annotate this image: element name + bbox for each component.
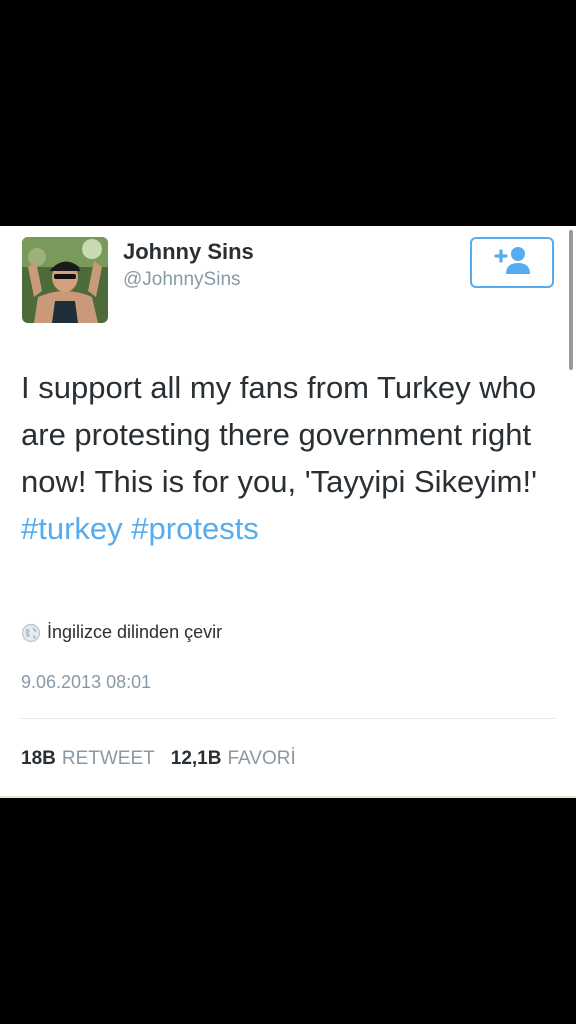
text-spacer — [123, 511, 132, 546]
hashtag-turkey[interactable]: #turkey — [21, 511, 123, 546]
divider — [21, 718, 556, 719]
translate-label: İngilizce dilinden çevir — [47, 622, 223, 642]
tweet-text-body: I support all my fans from Turkey who ar… — [21, 370, 538, 499]
screen: Johnny Sins @JohnnySins I support all my… — [0, 0, 576, 1024]
timestamp[interactable]: 9.06.2013 08:01 — [21, 672, 151, 693]
author-name[interactable]: Johnny Sins — [123, 239, 254, 265]
avatar[interactable] — [22, 237, 108, 323]
tweet-text: I support all my fans from Turkey who ar… — [21, 364, 551, 552]
add-user-icon — [492, 245, 532, 280]
translate-link[interactable]: İngilizce dilinden çevir — [21, 622, 222, 643]
globe-icon — [21, 623, 47, 643]
tweet-stats: 18B RETWEET 12,1B FAVORİ — [21, 748, 312, 770]
favorite-label[interactable]: FAVORİ — [227, 748, 295, 770]
follow-button[interactable] — [470, 237, 554, 288]
favorite-count[interactable]: 12,1B — [171, 748, 222, 770]
retweet-label[interactable]: RETWEET — [62, 748, 155, 770]
tweet-card: Johnny Sins @JohnnySins I support all my… — [0, 226, 576, 798]
retweet-count[interactable]: 18B — [21, 748, 56, 770]
scrollbar[interactable] — [569, 230, 573, 370]
hashtag-protests[interactable]: #protests — [131, 511, 259, 546]
author-handle[interactable]: @JohnnySins — [123, 269, 241, 291]
